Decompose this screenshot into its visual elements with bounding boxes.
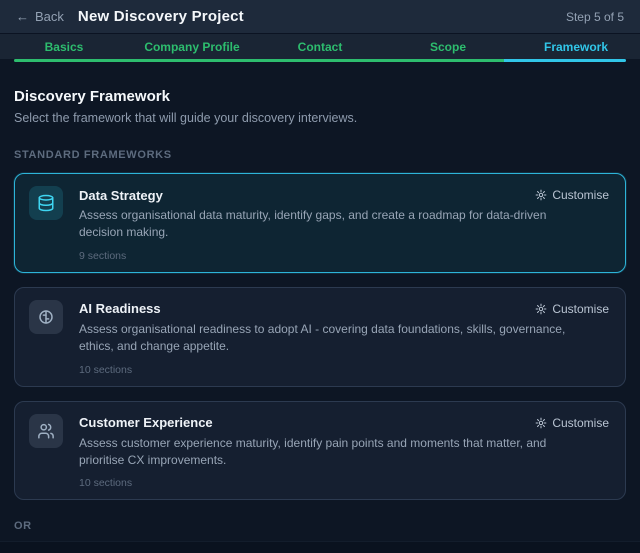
card-title-row: Data Strategy Customise — [79, 186, 609, 204]
card-title-row: AI Readiness Customise — [79, 300, 609, 318]
customise-button[interactable]: Customise — [535, 302, 609, 316]
step-progress-bar — [14, 59, 626, 62]
framework-subheading: Select the framework that will guide you… — [14, 111, 626, 125]
standard-frameworks-label: STANDARD FRAMEWORKS — [14, 149, 626, 161]
framework-heading: Discovery Framework — [14, 88, 626, 105]
card-section-count: 10 sections — [79, 364, 609, 376]
progress-active-segment — [504, 59, 626, 62]
footer-strip — [0, 541, 640, 553]
back-button[interactable]: ← Back — [16, 9, 64, 24]
back-label: Back — [35, 9, 64, 24]
card-section-count: 9 sections — [79, 250, 609, 262]
customise-button[interactable]: Customise — [535, 416, 609, 430]
header-bar: ← Back New Discovery Project Step 5 of 5 — [0, 0, 640, 34]
wizard-tab-bar: Basics Company Profile Contact Scope Fra… — [0, 34, 640, 59]
framework-card-ai-readiness[interactable]: AI Readiness Customise Assess organisati… — [14, 287, 626, 387]
users-icon — [29, 414, 63, 448]
back-arrow-icon: ← — [16, 9, 29, 24]
main-content: Discovery Framework Select the framework… — [0, 88, 640, 553]
tab-company-profile[interactable]: Company Profile — [128, 40, 256, 54]
card-section-count: 10 sections — [79, 477, 609, 489]
tab-contact[interactable]: Contact — [256, 40, 384, 54]
progress-completed-segment — [14, 59, 504, 62]
customise-label: Customise — [552, 302, 609, 316]
or-divider-label: OR — [14, 520, 626, 532]
card-title: Customer Experience — [79, 415, 213, 430]
gear-icon — [535, 189, 547, 201]
framework-card-data-strategy[interactable]: Data Strategy Customise Assess organisat… — [14, 173, 626, 273]
card-description: Assess organisational readiness to adopt… — [79, 321, 609, 356]
gear-icon — [535, 303, 547, 315]
tab-basics[interactable]: Basics — [0, 40, 128, 54]
framework-card-customer-experience[interactable]: Customer Experience Customise Assess cus… — [14, 401, 626, 501]
tab-scope[interactable]: Scope — [384, 40, 512, 54]
database-icon — [29, 186, 63, 220]
card-title-row: Customer Experience Customise — [79, 414, 609, 432]
customise-button[interactable]: Customise — [535, 188, 609, 202]
customise-label: Customise — [552, 188, 609, 202]
framework-card-list: Data Strategy Customise Assess organisat… — [14, 173, 626, 500]
ai-brain-icon — [29, 300, 63, 334]
customise-label: Customise — [552, 416, 609, 430]
card-title: Data Strategy — [79, 188, 163, 203]
gear-icon — [535, 417, 547, 429]
card-description: Assess customer experience maturity, ide… — [79, 435, 609, 470]
page-title: New Discovery Project — [78, 8, 244, 25]
card-title: AI Readiness — [79, 301, 161, 316]
step-indicator: Step 5 of 5 — [566, 10, 624, 24]
tab-framework[interactable]: Framework — [512, 40, 640, 54]
card-description: Assess organisational data maturity, ide… — [79, 207, 609, 242]
